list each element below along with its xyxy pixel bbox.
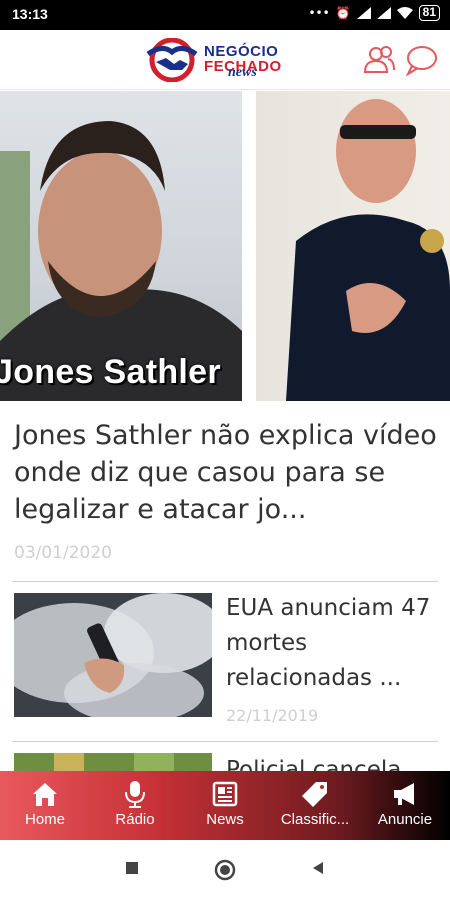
article-thumbnail[interactable] <box>14 753 212 771</box>
status-icons: ••• ⏰ 81 <box>308 5 440 21</box>
divider <box>12 741 438 742</box>
divider <box>12 581 438 582</box>
featured-image-right <box>256 91 450 401</box>
article-image <box>14 753 212 771</box>
home-button[interactable] <box>214 859 236 881</box>
nav-label: Rádio <box>115 811 155 828</box>
nav-label: Home <box>24 811 65 828</box>
nav-home[interactable]: Home <box>0 771 90 840</box>
system-navigation-bar <box>0 840 450 900</box>
back-button[interactable] <box>310 860 326 876</box>
news-feed[interactable]: Jones Sathler Jones Sathler não explica … <box>0 91 450 771</box>
nav-news[interactable]: News <box>180 771 270 840</box>
featured-image[interactable]: Jones Sathler <box>0 91 450 401</box>
microphone-icon <box>125 781 145 808</box>
app-logo[interactable]: NEGÓCIO FECHADO news <box>142 38 302 82</box>
bottom-navigation: Home Rádio News Classific... Anuncie <box>0 771 450 840</box>
status-time: 13:13 <box>12 6 48 22</box>
featured-headline[interactable]: Jones Sathler não explica vídeo onde diz… <box>14 417 439 528</box>
recents-button[interactable] <box>124 860 140 876</box>
user-icon[interactable] <box>362 44 396 76</box>
logo-line1: NEGÓCIO <box>204 43 279 60</box>
vape-image <box>14 593 212 717</box>
nav-radio[interactable]: Rádio <box>90 771 180 840</box>
nav-classifieds[interactable]: Classific... <box>270 771 360 840</box>
nav-label: Anuncie <box>377 811 433 828</box>
home-icon <box>33 783 57 806</box>
megaphone-icon <box>394 783 414 805</box>
article-thumbnail[interactable] <box>14 593 212 717</box>
nav-label: News <box>206 811 244 828</box>
signal-icon <box>356 7 371 19</box>
alarm-icon: ⏰ <box>335 6 351 20</box>
nav-advertise[interactable]: Anuncie <box>360 771 450 840</box>
status-bar: 13:13 ••• ⏰ 81 <box>0 0 450 30</box>
battery-indicator: 81 <box>418 5 440 21</box>
logo-line3: news <box>228 65 257 80</box>
newspaper-icon <box>212 781 238 807</box>
signal-icon <box>376 7 391 19</box>
featured-image-caption: Jones Sathler <box>0 353 221 391</box>
app-header: NEGÓCIO FECHADO news <box>0 30 450 90</box>
tag-icon <box>302 782 327 807</box>
wifi-icon <box>396 7 413 19</box>
handshake-logo-icon <box>146 38 198 82</box>
officer-photo <box>286 99 450 401</box>
article-title[interactable]: EUA anunciam 47 mortes relacionadas ... <box>226 591 436 696</box>
chat-bubble-icon[interactable] <box>404 44 438 76</box>
nav-label: Classific... <box>280 811 350 828</box>
more-notifications-icon: ••• <box>308 6 330 20</box>
featured-date: 03/01/2020 <box>14 543 112 563</box>
featured-image-left: Jones Sathler <box>0 91 242 401</box>
article-date: 22/11/2019 <box>226 706 319 725</box>
article-title[interactable]: Policial cancela <box>226 753 436 771</box>
